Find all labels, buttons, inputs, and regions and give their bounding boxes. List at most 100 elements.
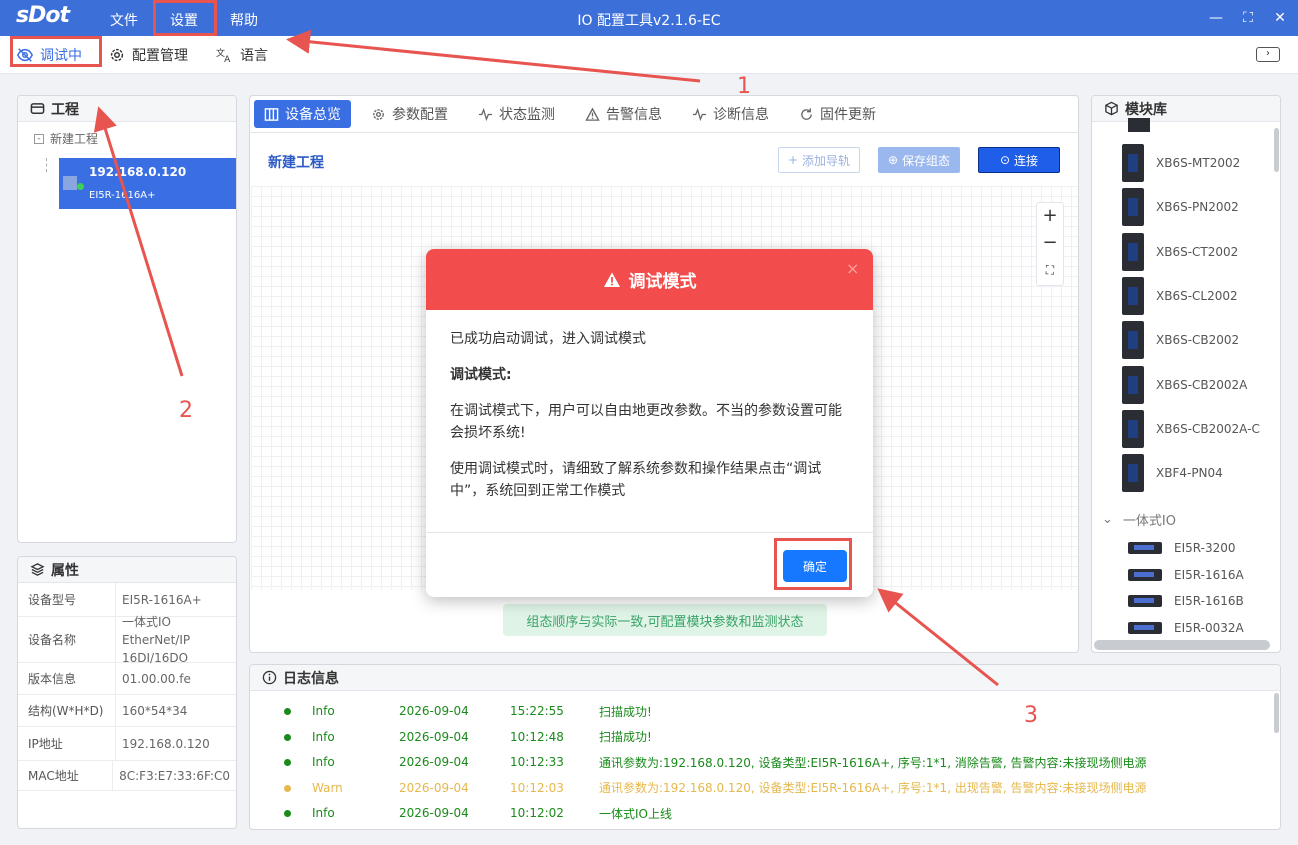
cube-icon (1105, 101, 1118, 116)
log-date: 2026-09-04 (399, 729, 469, 744)
group-item[interactable]: EI5R-3200 (1128, 541, 1235, 555)
group-item[interactable]: EI5R-1616B (1128, 594, 1244, 608)
module-item[interactable]: XB6S-PN2002 (1122, 188, 1239, 227)
module-icon (1122, 232, 1144, 271)
collapse-icon[interactable]: - (34, 133, 44, 144)
tab-label: 参数配置 (392, 107, 448, 123)
tab-divider (250, 132, 1078, 133)
module-item[interactable]: XB6S-CB2002 (1122, 321, 1239, 360)
zoom-in-button[interactable]: + (1037, 203, 1063, 230)
module-icon (1122, 454, 1144, 493)
module-library-header: 模块库 (1092, 96, 1280, 122)
module-item[interactable]: XB6S-CT2002 (1122, 232, 1238, 271)
chevron-down-icon: ⌄ (1102, 512, 1113, 527)
property-key: 设备型号 (18, 583, 116, 616)
menu-help[interactable]: 帮助 (230, 10, 258, 30)
gear-icon (110, 48, 124, 62)
log-date: 2026-09-04 (399, 755, 469, 769)
property-value: EI5R-1616A+ (122, 592, 202, 607)
group-item[interactable]: EI5R-0032A (1128, 621, 1244, 635)
minimize-icon[interactable]: — (1206, 8, 1226, 28)
warning-icon (585, 106, 600, 121)
properties-panel: 属性 设备型号 EI5R-1616A+ 设备名称 一体式IO EtherNet/IP … (17, 556, 237, 829)
vertical-scrollbar[interactable] (1274, 128, 1279, 172)
tab-label: 诊断信息 (713, 107, 769, 123)
toolbar: 调试中 配置管理 文A 语言 › (0, 36, 1298, 74)
gear-icon (373, 108, 384, 120)
confirm-button[interactable]: 确定 (783, 550, 847, 582)
annotation-number-3: 3 (1024, 703, 1038, 728)
menu-settings[interactable]: 设置 (170, 10, 198, 30)
online-status-dot (77, 183, 84, 190)
group-item-label: EI5R-1616B (1174, 594, 1244, 608)
menu-file[interactable]: 文件 (110, 10, 138, 30)
property-row: MAC地址 8C:F3:E7:33:6F:C0 (18, 761, 236, 791)
sidebar-toggle-icon[interactable]: › (1256, 47, 1280, 62)
log-row: Info 2026-09-04 10:12:02 一体式IO上线 (250, 801, 1280, 825)
connect-button[interactable]: ⊙ 连接 (978, 147, 1060, 173)
add-rail-button[interactable]: + 添加导轨 (778, 147, 860, 173)
eye-off-icon (16, 48, 34, 62)
module-item[interactable]: XB6S-CL2002 (1122, 276, 1238, 315)
save-config-label: 保存组态 (902, 153, 951, 168)
module-icon (1128, 568, 1162, 581)
tree-root[interactable]: - 新建工程 (34, 130, 98, 147)
upload-icon: ⊙ (999, 153, 1011, 167)
debug-mode-dialog: 调试模式 × 已成功启动调试，进入调试模式 调试模式: 在调试模式下，用户可以自… (426, 249, 873, 597)
save-config-button[interactable]: ⊕ 保存组态 (878, 147, 960, 173)
zoom-out-button[interactable]: − (1037, 230, 1063, 257)
tab-label: 设备总览 (285, 107, 341, 123)
fullscreen-icon[interactable]: ⛶ (1037, 257, 1063, 284)
device-card[interactable]: 192.168.0.120 EI5R-1616A+ (59, 158, 236, 209)
language-button[interactable]: 文A 语言 (216, 45, 268, 65)
plus-icon: + (787, 153, 799, 167)
close-icon[interactable]: ✕ (1270, 8, 1290, 28)
tab-alarms[interactable]: 告警信息 (575, 100, 672, 128)
status-message: 组态顺序与实际一致,可配置模块参数和监测状态 (503, 604, 827, 636)
tab-overview[interactable]: 设备总览 (254, 100, 351, 128)
log-row: Info 2026-09-04 10:12:48 扫描成功! (250, 725, 1280, 749)
property-row: 设备名称 一体式IO EtherNet/IP 16DI/16DO (18, 615, 236, 665)
log-level: Info (312, 704, 335, 718)
log-date: 2026-09-04 (399, 806, 469, 820)
log-level: Info (312, 729, 335, 744)
debug-button[interactable]: 调试中 (16, 45, 82, 65)
module-item[interactable]: XB6S-CB2002A (1122, 365, 1247, 404)
tab-firmware[interactable]: 固件更新 (789, 100, 886, 128)
module-icon (1128, 542, 1162, 554)
dialog-close-icon[interactable]: × (846, 259, 859, 278)
tab-diagnostics[interactable]: 诊断信息 (682, 100, 779, 128)
title-bar: sDot 文件 设置 帮助 IO 配置工具v2.1.6-EC — ⛶ ✕ (0, 0, 1298, 36)
group-item-label: EI5R-0032A (1174, 620, 1244, 635)
log-scrollbar[interactable] (1274, 693, 1279, 733)
group-item-label: EI5R-3200 (1174, 541, 1236, 555)
log-message: 通讯参数为:192.168.0.120, 设备类型:EI5R-1616A+, 序… (599, 781, 1147, 795)
module-icon (1122, 188, 1144, 227)
log-time: 10:12:33 (510, 755, 564, 769)
tab-monitor[interactable]: 状态监测 (468, 100, 565, 128)
property-key: IP地址 (18, 727, 116, 760)
maximize-icon[interactable]: ⛶ (1238, 8, 1258, 28)
annotation-number-1: 1 (737, 74, 751, 99)
layers-icon (30, 563, 45, 576)
language-label: 语言 (240, 48, 268, 64)
add-rail-label: 添加导轨 (802, 153, 851, 168)
config-mgmt-button[interactable]: 配置管理 (108, 45, 188, 65)
module-item[interactable]: XBF4-PN04 (1122, 454, 1223, 493)
device-model: EI5R-1616A+ (89, 190, 156, 201)
module-item[interactable]: XB6S-MT2002 (1122, 144, 1240, 182)
tab-params[interactable]: 参数配置 (361, 100, 458, 128)
log-panel-title: 日志信息 (283, 670, 339, 687)
module-item[interactable]: XB6S-CB2002A-C (1122, 409, 1260, 448)
module-label: XB6S-CB2002A-C (1156, 421, 1260, 436)
tab-label: 告警信息 (606, 107, 662, 123)
device-icon (63, 176, 77, 190)
group-item[interactable]: EI5R-1616A (1128, 568, 1244, 582)
horizontal-scrollbar[interactable] (1094, 640, 1270, 650)
module-label: XBF4-PN04 (1156, 466, 1223, 481)
property-value: 01.00.00.fe (122, 671, 191, 686)
module-library-panel: 模块库 XB6S-MT2002 XB6S-PN2002 XB6S-CT2002 XB6… (1091, 95, 1281, 653)
module-icon (1122, 144, 1144, 182)
tab-label: 固件更新 (820, 107, 876, 123)
group-header[interactable]: ⌄ 一体式IO (1102, 510, 1176, 529)
